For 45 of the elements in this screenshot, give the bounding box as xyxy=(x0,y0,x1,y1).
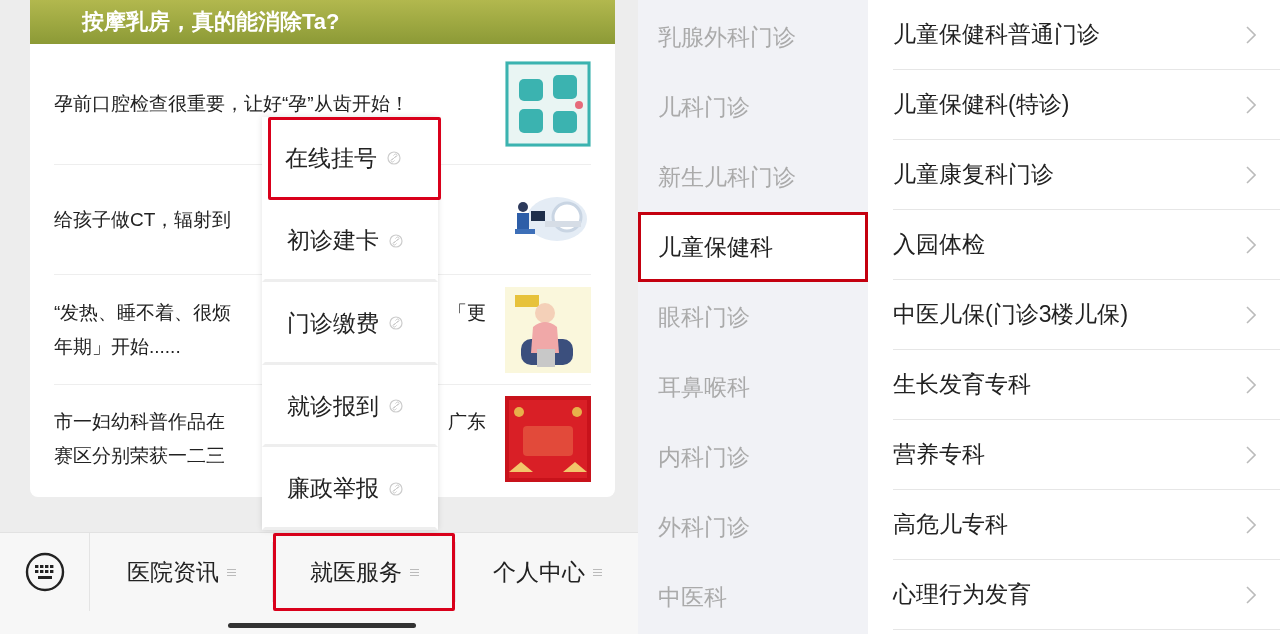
article-title: 赛区分别荣获一二三 xyxy=(54,443,225,468)
clinic-item[interactable]: 中医儿保(门诊3楼儿保) xyxy=(893,280,1280,350)
clinic-item[interactable]: 营养专科 xyxy=(893,420,1280,490)
clinic-item[interactable]: 儿童康复科门诊 xyxy=(893,140,1280,210)
chevron-right-icon xyxy=(1246,585,1256,604)
clinic-item[interactable]: 儿童保健科普通门诊 xyxy=(893,0,1280,70)
tab[interactable]: 就医服务 xyxy=(273,533,455,611)
link-icon xyxy=(389,481,403,496)
article-title: 孕前口腔检查很重要，让好“孕”从齿开始！ xyxy=(54,92,409,116)
department-item[interactable]: 儿童保健科 xyxy=(638,212,868,282)
clinic-item[interactable]: 心理行为发育 xyxy=(893,560,1280,630)
link-icon xyxy=(387,151,401,166)
chevron-right-icon xyxy=(1246,165,1256,184)
menu-icon xyxy=(592,567,602,577)
chevron-right-icon xyxy=(1246,305,1256,324)
menu-icon xyxy=(226,567,236,577)
menu-item[interactable]: 在线挂号 xyxy=(268,117,441,200)
tab[interactable]: 医院资讯 xyxy=(90,533,272,611)
article-title: 市一妇幼科普作品在 xyxy=(54,409,225,434)
menu-item[interactable]: 就诊报到 xyxy=(262,364,438,448)
link-icon xyxy=(389,399,403,414)
clinic-item[interactable]: 生长发育专科 xyxy=(893,350,1280,420)
link-icon xyxy=(389,316,403,331)
clinic-item[interactable]: 入园体检 xyxy=(893,210,1280,280)
article-title: 年期」开始...... xyxy=(54,334,181,359)
menu-item[interactable]: 初诊建卡 xyxy=(262,199,438,283)
article-title: 「更 xyxy=(448,300,486,325)
clinic-item[interactable]: 儿童保健科(特诊) xyxy=(893,70,1280,140)
link-icon xyxy=(389,233,403,248)
chevron-right-icon xyxy=(1246,235,1256,254)
menu-item[interactable]: 廉政举报 xyxy=(262,447,438,530)
clinic-item[interactable]: 高危儿专科 xyxy=(893,490,1280,560)
menu-icon xyxy=(409,567,419,577)
chevron-right-icon xyxy=(1246,375,1256,394)
menu-item[interactable]: 门诊缴费 xyxy=(262,282,438,365)
chevron-right-icon xyxy=(1246,25,1256,44)
banner-title: 按摩乳房，真的能消除Ta? xyxy=(82,8,340,36)
chevron-right-icon xyxy=(1246,515,1256,534)
article-title: 广东 xyxy=(448,409,486,434)
article-title: 给孩子做CT，辐射到 xyxy=(54,207,232,232)
tab[interactable]: 个人中心 xyxy=(456,533,638,611)
chevron-right-icon xyxy=(1246,445,1256,464)
keyboard-icon[interactable] xyxy=(24,552,65,592)
article-title: “发热、睡不着、很烦 xyxy=(54,300,232,325)
chevron-right-icon xyxy=(1246,95,1256,114)
